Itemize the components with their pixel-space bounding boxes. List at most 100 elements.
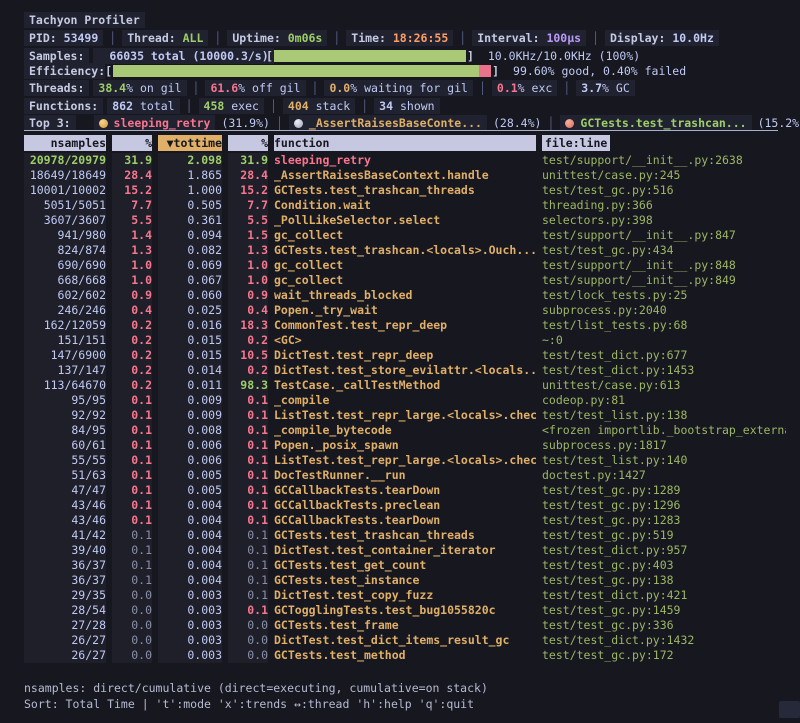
pct-direct-cell: 0.1 — [112, 558, 152, 573]
table-row[interactable]: 10001/10002 15.2 1.000 15.2 GCTests.test… — [24, 183, 786, 198]
table-row[interactable]: 690/690 1.0 0.069 1.0 gc_collect test/su… — [24, 258, 786, 273]
file-line-cell: test/support/__init__.py:2638 — [542, 153, 786, 168]
table-row[interactable]: 137/147 0.2 0.014 0.2 DictTest.test_stor… — [24, 363, 786, 378]
column-header-file-line[interactable]: file:line — [542, 135, 610, 151]
table-row[interactable]: 18649/18649 28.4 1.865 28.4 _AssertRaise… — [24, 168, 786, 183]
function-cell: _PollLikeSelector.select — [274, 213, 536, 228]
table-row[interactable]: 824/874 1.3 0.082 1.3 GCTests.test_trash… — [24, 243, 786, 258]
table-row[interactable]: 84/95 0.1 0.008 0.1 _compile_bytecode <f… — [24, 423, 786, 438]
pct-cumulative-cell: 1.0 — [228, 273, 268, 288]
table-row[interactable]: 602/602 0.9 0.060 0.9 wait_threads_block… — [24, 288, 786, 303]
column-header-pct-direct[interactable]: % — [112, 135, 152, 151]
nsamples-cell: 26/27 — [24, 633, 106, 648]
table-row[interactable]: 60/61 0.1 0.006 0.1 Popen._posix_spawn s… — [24, 438, 786, 453]
function-cell: _compile_bytecode — [274, 423, 536, 438]
column-header-tottime-sorted[interactable]: ▼tottime — [158, 135, 222, 151]
table-row[interactable]: 113/64670 0.2 0.011 98.3 TestCase._callT… — [24, 378, 786, 393]
function-cell: GCCallbackTests.tearDown — [274, 513, 536, 528]
thread-field[interactable]: Thread: ALL — [122, 30, 208, 46]
pct-direct-cell: 0.1 — [112, 573, 152, 588]
efficiency-label: Efficiency: — [24, 63, 105, 79]
table-row[interactable]: 26/27 0.0 0.003 0.0 DictTest.test_dict_i… — [24, 633, 786, 648]
table-row[interactable]: 29/35 0.0 0.003 0.1 DictTest.test_copy_f… — [24, 588, 786, 603]
file-line-cell: test/test_list.py:138 — [542, 408, 786, 423]
table-row[interactable]: 39/40 0.1 0.004 0.1 DictTest.test_contai… — [24, 543, 786, 558]
on-gil-text: on gil — [140, 81, 182, 95]
display-value: 10.0Hz — [672, 31, 714, 45]
functions-shown: 34 shown — [374, 98, 439, 114]
table-row[interactable]: 36/37 0.1 0.004 0.1 GCTests.test_instanc… — [24, 573, 786, 588]
table-row[interactable]: 55/55 0.1 0.006 0.1 ListTest.test_repr_l… — [24, 453, 786, 468]
samples-progress-bar — [274, 50, 466, 62]
pct-direct-cell: 0.0 — [112, 633, 152, 648]
nsamples-cell: 84/95 — [24, 423, 106, 438]
nsamples-help-text: nsamples: direct/cumulative (direct=exec… — [24, 680, 488, 696]
table-row[interactable]: 43/46 0.1 0.004 0.1 GCCallbackTests.tear… — [24, 513, 786, 528]
bar-open-bracket: [ — [266, 48, 273, 64]
table-row[interactable]: 92/92 0.1 0.009 0.1 ListTest.test_repr_l… — [24, 408, 786, 423]
table-row[interactable]: 246/246 0.4 0.025 0.4 Popen._try_wait su… — [24, 303, 786, 318]
table-row[interactable]: 20978/20979 31.9 2.098 31.9 sleeping_ret… — [24, 153, 786, 168]
table-row[interactable]: 43/46 0.1 0.004 0.1 GCCallbackTests.prec… — [24, 498, 786, 513]
table-row[interactable]: 27/28 0.0 0.003 0.0 GCTests.test_frame t… — [24, 618, 786, 633]
pid-field: PID: 53499 — [24, 30, 103, 46]
functions-label: Functions: — [24, 98, 103, 114]
tottime-cell: 0.006 — [158, 453, 222, 468]
column-header-function[interactable]: function — [274, 135, 536, 151]
table-row[interactable]: 95/95 0.1 0.009 0.1 _compile codeop.py:8… — [24, 393, 786, 408]
table-row[interactable]: 5051/5051 7.7 0.505 7.7 Condition.wait t… — [24, 198, 786, 213]
pct-cumulative-cell: 0.1 — [228, 498, 268, 513]
file-line-cell: test/test_gc.py:138 — [542, 573, 786, 588]
table-row[interactable]: 36/37 0.1 0.004 0.1 GCTests.test_get_cou… — [24, 558, 786, 573]
nsamples-cell: 39/40 — [24, 543, 106, 558]
time-value: 18:26:55 — [393, 31, 448, 45]
tottime-cell: 0.014 — [158, 363, 222, 378]
pct-cumulative-cell: 0.1 — [228, 393, 268, 408]
table-row[interactable]: 162/12059 0.2 0.016 18.3 CommonTest.test… — [24, 318, 786, 333]
table-row[interactable]: 3607/3607 5.5 0.361 5.5 _PollLikeSelecto… — [24, 213, 786, 228]
table-header: nsamples % ▼tottime % function file:line — [24, 135, 610, 151]
tottime-cell: 0.069 — [158, 258, 222, 273]
table-row[interactable]: 941/980 1.4 0.094 1.5 gc_collect test/su… — [24, 228, 786, 243]
unit: % — [602, 81, 609, 95]
nsamples-cell: 668/668 — [24, 273, 106, 288]
nsamples-cell: 3607/3607 — [24, 213, 106, 228]
divider: │ — [547, 115, 554, 131]
pct-direct-cell: 1.4 — [112, 228, 152, 243]
divider: │ — [109, 30, 116, 46]
table-row[interactable]: 47/47 0.1 0.005 0.1 GCCallbackTests.tear… — [24, 483, 786, 498]
interval-value: 100µs — [546, 31, 581, 45]
pct-direct-cell: 0.1 — [112, 528, 152, 543]
gc-value: 3.7 — [581, 81, 602, 95]
threads-line: Threads: 38.4% on gil │ 61.6% off gil │ … — [24, 80, 635, 96]
table-row[interactable]: 147/6900 0.2 0.015 10.5 DictTest.test_re… — [24, 348, 786, 363]
nsamples-cell: 10001/10002 — [24, 183, 106, 198]
nsamples-cell: 47/47 — [24, 483, 106, 498]
tottime-cell: 0.005 — [158, 483, 222, 498]
nsamples-cell: 690/690 — [24, 258, 106, 273]
table-row[interactable]: 26/27 0.0 0.003 0.0 GCTests.test_method … — [24, 648, 786, 663]
function-cell: Condition.wait — [274, 198, 536, 213]
pct-cumulative-cell: 1.3 — [228, 243, 268, 258]
pct-direct-cell: 0.1 — [112, 498, 152, 513]
table-row[interactable]: 41/42 0.1 0.004 0.1 GCTests.test_trashca… — [24, 528, 786, 543]
pct-cumulative-cell: 0.4 — [228, 303, 268, 318]
file-line-cell: subprocess.py:2040 — [542, 303, 786, 318]
function-table: 20978/20979 31.9 2.098 31.9 sleeping_ret… — [24, 153, 786, 663]
table-row[interactable]: 51/63 0.1 0.005 0.1 DocTestRunner.__run … — [24, 468, 786, 483]
pct-direct-cell: 0.1 — [112, 393, 152, 408]
column-header-pct-cumulative[interactable]: % — [228, 135, 268, 151]
tottime-cell: 0.003 — [158, 588, 222, 603]
divider: │ — [479, 80, 486, 96]
file-line-cell: test/test_dict.py:421 — [542, 588, 786, 603]
function-cell: _compile — [274, 393, 536, 408]
top3-entry-3: GCTests.test_trashcan... — [560, 115, 751, 131]
tottime-cell: 0.008 — [158, 423, 222, 438]
table-row[interactable]: 28/54 0.0 0.003 0.1 GCTogglingTests.test… — [24, 603, 786, 618]
table-row[interactable]: 668/668 1.0 0.067 1.0 gc_collect test/su… — [24, 273, 786, 288]
stack-value: 404 — [288, 99, 309, 113]
table-row[interactable]: 151/151 0.2 0.015 0.2 <GC> ~:0 — [24, 333, 786, 348]
top3-label: Top 3: — [24, 115, 76, 131]
column-header-nsamples[interactable]: nsamples — [24, 135, 106, 151]
pct-cumulative-cell: 0.1 — [228, 483, 268, 498]
